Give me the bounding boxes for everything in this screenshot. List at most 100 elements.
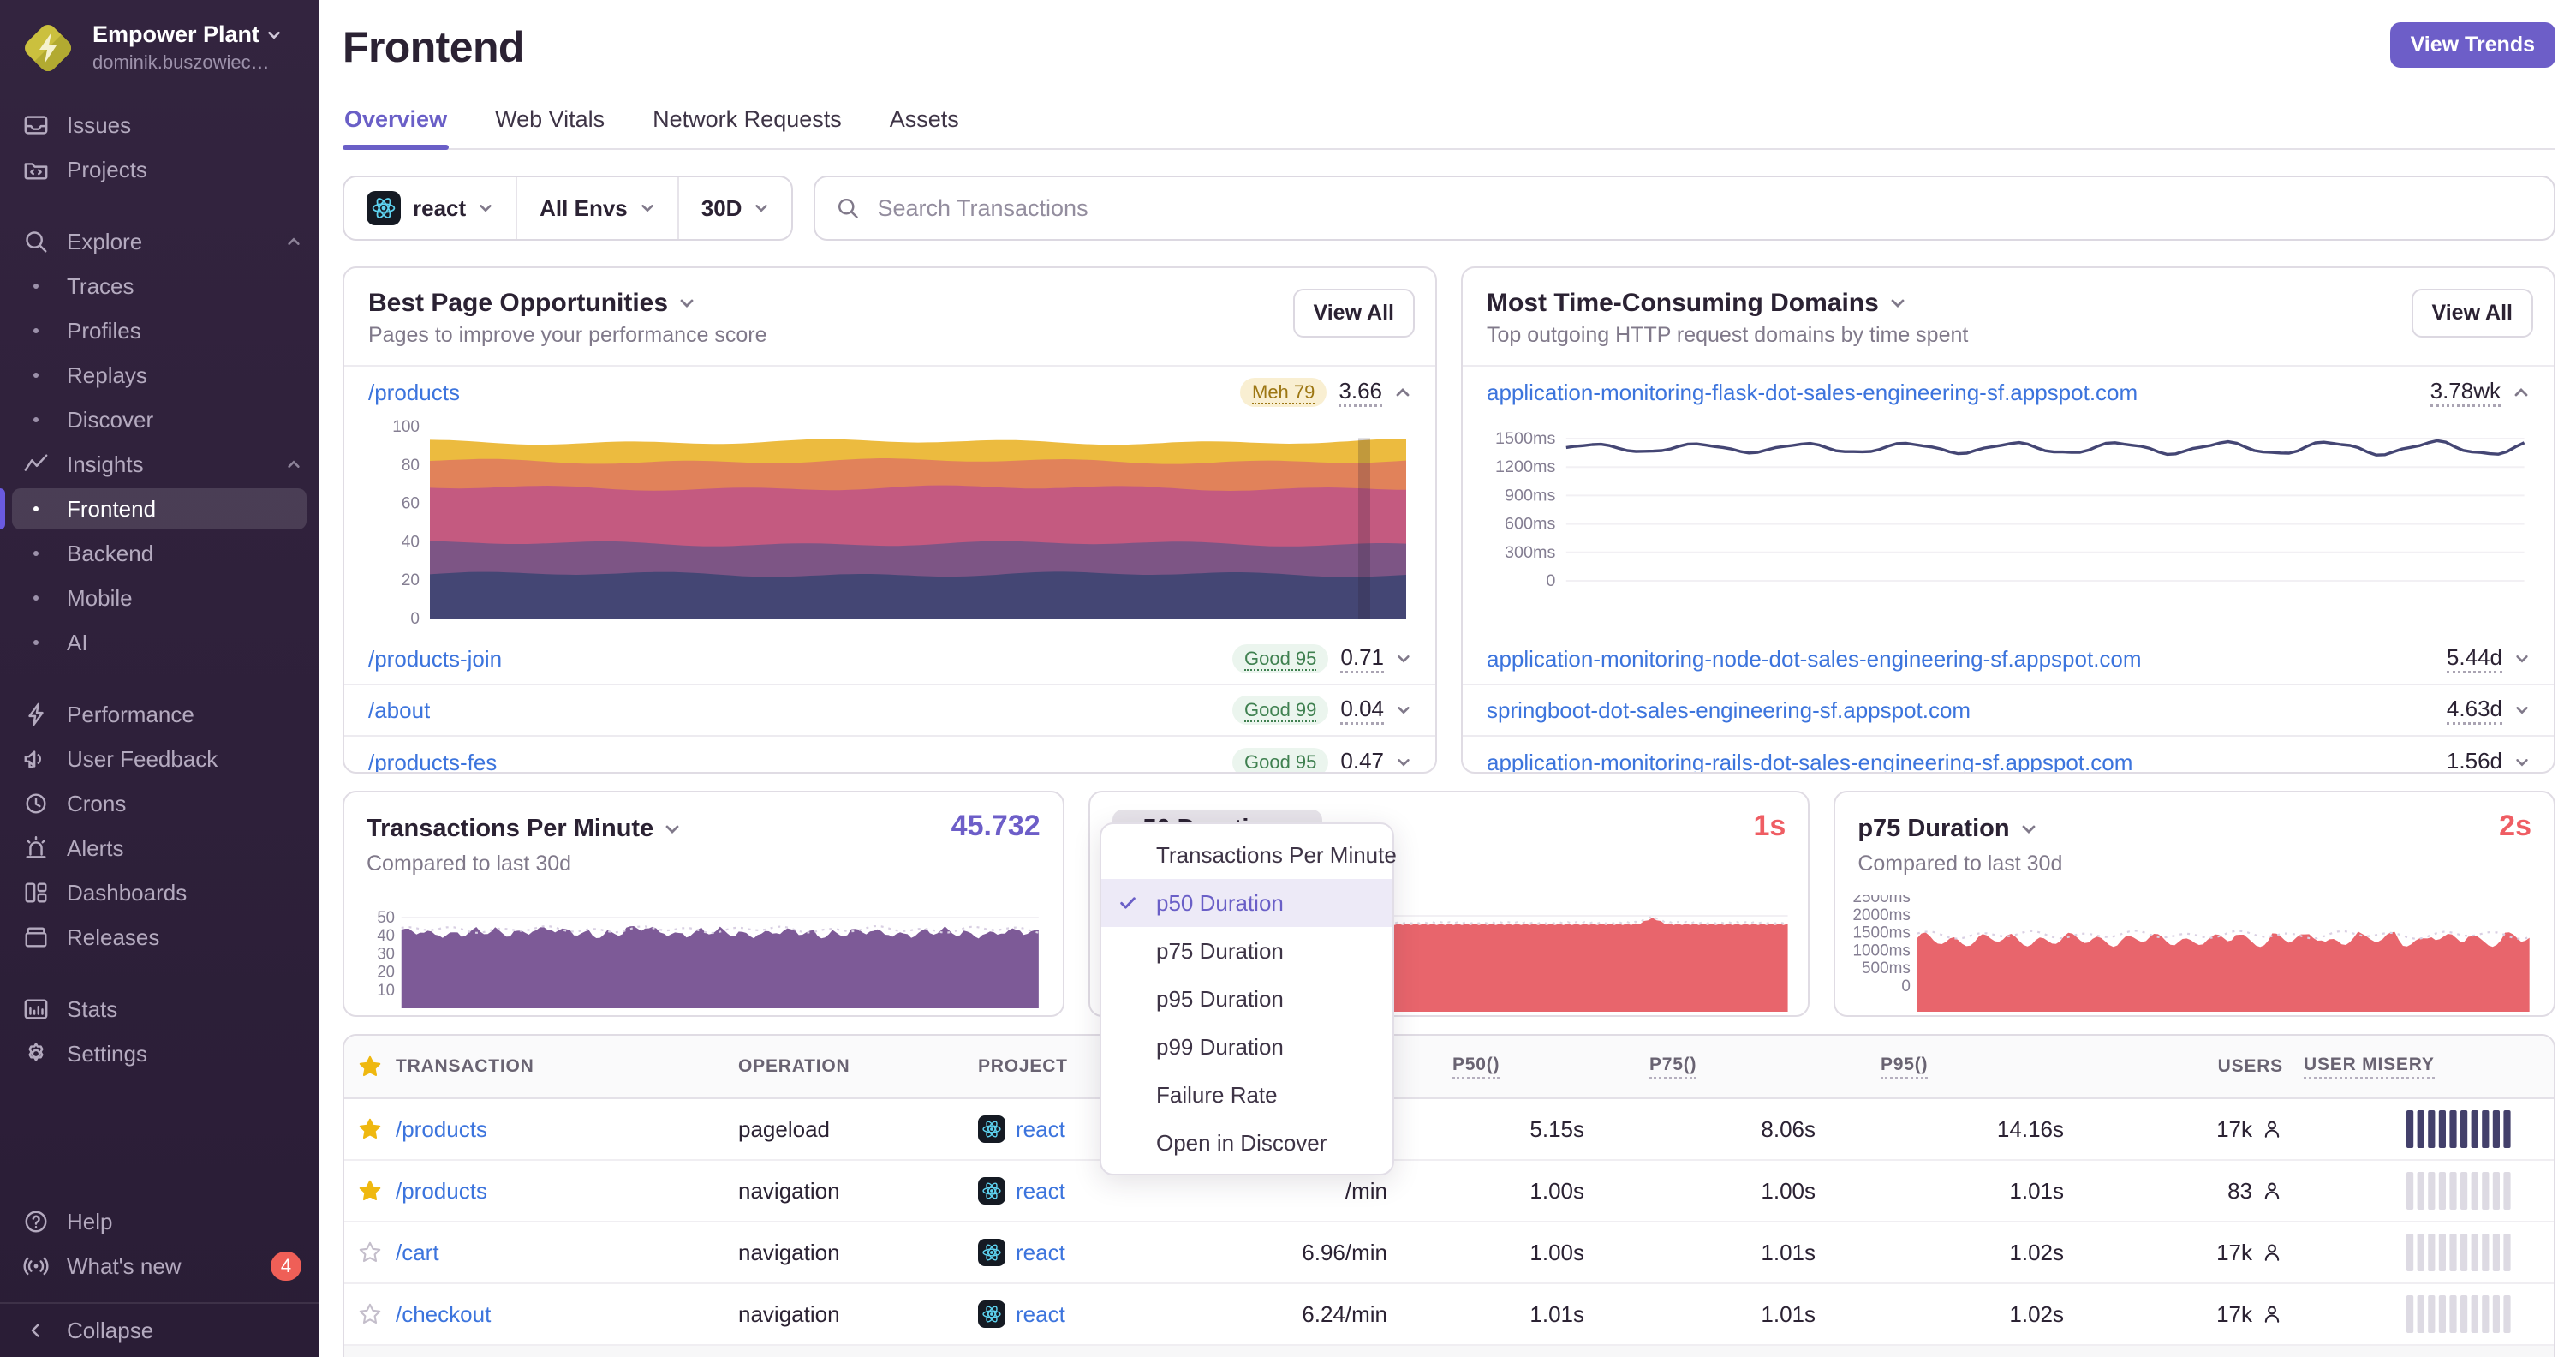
- sidebar-item-issues[interactable]: Issues: [0, 103, 319, 147]
- domain-link[interactable]: application-monitoring-flask-dot-sales-e…: [1487, 380, 2138, 406]
- transaction-link[interactable]: /cart: [396, 1240, 439, 1265]
- row-link[interactable]: application-monitoring-node-dot-sales-en…: [1487, 646, 2142, 673]
- best-pages-title-dropdown[interactable]: Best Page Opportunities: [368, 289, 1411, 318]
- row-link[interactable]: /products-fes: [368, 750, 497, 773]
- chevron-down-icon[interactable]: [1396, 755, 1411, 770]
- sidebar-item-explore[interactable]: Explore: [0, 219, 319, 264]
- project-cell[interactable]: react: [978, 1300, 1235, 1328]
- tpm-metric-dropdown[interactable]: Transactions Per Minute: [367, 810, 681, 848]
- domain-row-expanded[interactable]: application-monitoring-flask-dot-sales-e…: [1463, 367, 2554, 418]
- column-header-star[interactable]: [344, 1055, 396, 1079]
- column-header-p50-[interactable]: P50(): [1394, 1055, 1591, 1079]
- tab-overview[interactable]: Overview: [343, 99, 450, 149]
- sidebar-item-label: Replays: [67, 362, 147, 388]
- sidebar-item-traces[interactable]: Traces: [0, 264, 319, 308]
- page-opportunity-row[interactable]: /about Good 99 0.04: [344, 685, 1435, 737]
- menu-item-p99-duration[interactable]: p99 Duration: [1101, 1023, 1392, 1071]
- menu-item-open-in-discover[interactable]: Open in Discover: [1101, 1119, 1392, 1167]
- page-row-expanded[interactable]: /products Meh 79 3.66: [344, 367, 1435, 418]
- sidebar-item-projects[interactable]: Projects: [0, 147, 319, 192]
- sidebar-item-label: Dashboards: [67, 879, 188, 906]
- org-switcher[interactable]: Empower Plant dominik.buszowiec…: [0, 0, 319, 93]
- project-cell[interactable]: react: [978, 1239, 1235, 1266]
- chevron-down-icon[interactable]: [1396, 651, 1411, 667]
- tab-assets[interactable]: Assets: [888, 99, 961, 148]
- chevron-down-icon[interactable]: [2514, 651, 2530, 667]
- tab-network-requests[interactable]: Network Requests: [651, 99, 844, 148]
- star-outline-icon[interactable]: [344, 1240, 396, 1264]
- page-opportunity-row[interactable]: /products-fes Good 95 0.47: [344, 737, 1435, 773]
- users-cell: 17k: [2071, 1240, 2283, 1266]
- domain-row[interactable]: application-monitoring-node-dot-sales-en…: [1463, 634, 2554, 685]
- transaction-link[interactable]: /products: [368, 380, 460, 406]
- transaction-link[interactable]: /products: [396, 1178, 487, 1204]
- sidebar-item-mobile[interactable]: Mobile: [0, 576, 319, 620]
- table-row[interactable]: /products-joinpageloadreact3.88/min1.50s…: [344, 1346, 2554, 1357]
- search-transactions-input[interactable]: [874, 193, 2533, 224]
- sidebar-item-help[interactable]: Help: [0, 1199, 319, 1244]
- domain-row[interactable]: springboot-dot-sales-engineering-sf.apps…: [1463, 685, 2554, 737]
- sidebar-collapse-button[interactable]: Collapse: [0, 1302, 319, 1347]
- column-header-p95-[interactable]: P95(): [1822, 1055, 2071, 1079]
- page-opportunity-row[interactable]: /products-join Good 95 0.71: [344, 634, 1435, 685]
- menu-item-p75-duration[interactable]: p75 Duration: [1101, 927, 1392, 975]
- chevron-down-icon[interactable]: [1396, 702, 1411, 718]
- star-filled-icon[interactable]: [344, 1117, 396, 1141]
- sidebar-item-releases[interactable]: Releases: [0, 915, 319, 959]
- menu-item-failure-rate[interactable]: Failure Rate: [1101, 1071, 1392, 1119]
- row-link[interactable]: /about: [368, 697, 430, 724]
- sidebar-item-insights[interactable]: Insights: [0, 442, 319, 487]
- view-trends-button[interactable]: View Trends: [2389, 22, 2555, 68]
- sidebar-item-crons[interactable]: Crons: [0, 781, 319, 826]
- transaction-link[interactable]: /products: [396, 1116, 487, 1142]
- view-all-button[interactable]: View All: [1292, 289, 1415, 338]
- domain-row[interactable]: application-monitoring-rails-dot-sales-e…: [1463, 737, 2554, 773]
- sidebar-item-discover[interactable]: Discover: [0, 398, 319, 442]
- row-link[interactable]: /products-join: [368, 646, 502, 673]
- row-link[interactable]: application-monitoring-rails-dot-sales-e…: [1487, 750, 2132, 773]
- table-row[interactable]: /products navigation react/min 1.00s 1.00s 1.…: [344, 1161, 2554, 1222]
- row-link[interactable]: springboot-dot-sales-engineering-sf.apps…: [1487, 697, 1971, 724]
- chevron-down-icon[interactable]: [2514, 755, 2530, 770]
- column-header-p75-[interactable]: P75(): [1591, 1055, 1822, 1079]
- column-header-transaction[interactable]: TRANSACTION: [396, 1056, 738, 1077]
- sidebar-item-what-s-new[interactable]: What's new 4: [0, 1244, 319, 1288]
- chevron-up-icon[interactable]: [2513, 384, 2530, 401]
- sidebar-item-stats[interactable]: Stats: [0, 987, 319, 1031]
- sidebar-item-performance[interactable]: Performance: [0, 692, 319, 737]
- date-range-filter[interactable]: 30D: [677, 177, 792, 239]
- view-all-button[interactable]: View All: [2411, 289, 2533, 338]
- sidebar-item-backend[interactable]: Backend: [0, 531, 319, 576]
- menu-item-transactions-per-minute[interactable]: Transactions Per Minute: [1101, 831, 1397, 879]
- search-icon: [836, 196, 860, 220]
- sidebar-item-profiles[interactable]: Profiles: [0, 308, 319, 353]
- chevron-up-icon[interactable]: [1394, 384, 1411, 401]
- table-row[interactable]: /productspageloadreact/min5.15s8.06s14.1…: [344, 1099, 2554, 1161]
- project-cell[interactable]: react: [978, 1177, 1235, 1205]
- sidebar-item-ai[interactable]: AI: [0, 620, 319, 665]
- chevron-down-icon[interactable]: [2514, 702, 2530, 718]
- table-row[interactable]: /checkout navigation react 6.24/min 1.01s 1.0…: [344, 1284, 2554, 1346]
- star-filled-icon[interactable]: [344, 1179, 396, 1203]
- star-outline-icon[interactable]: [344, 1302, 396, 1326]
- environment-filter[interactable]: All Envs: [516, 177, 677, 239]
- sidebar-item-user-feedback[interactable]: User Feedback: [0, 737, 319, 781]
- project-filter[interactable]: react: [344, 177, 516, 239]
- p75-cell: 1.01s: [1761, 1239, 1816, 1265]
- sidebar-item-settings[interactable]: Settings: [0, 1031, 319, 1076]
- bullet-icon: [22, 317, 50, 344]
- sidebar-item-frontend[interactable]: Frontend: [0, 487, 319, 531]
- domains-title-dropdown[interactable]: Most Time-Consuming Domains: [1487, 289, 2530, 318]
- column-header-operation[interactable]: OPERATION: [738, 1056, 978, 1077]
- p75-metric-dropdown[interactable]: p75 Duration: [1857, 810, 2036, 848]
- sidebar-item-dashboards[interactable]: Dashboards: [0, 870, 319, 915]
- menu-item-p50-duration[interactable]: p50 Duration: [1101, 879, 1392, 927]
- transaction-link[interactable]: /checkout: [396, 1301, 491, 1327]
- sidebar-item-replays[interactable]: Replays: [0, 353, 319, 398]
- sidebar-item-alerts[interactable]: Alerts: [0, 826, 319, 870]
- table-row[interactable]: /cart navigation react 6.96/min 1.00s 1.01s 1.…: [344, 1222, 2554, 1284]
- tab-web-vitals[interactable]: Web Vitals: [493, 99, 606, 148]
- column-header-user-misery[interactable]: USER MISERY: [2283, 1055, 2550, 1079]
- column-header-users[interactable]: USERS: [2071, 1056, 2283, 1077]
- menu-item-p95-duration[interactable]: p95 Duration: [1101, 975, 1392, 1023]
